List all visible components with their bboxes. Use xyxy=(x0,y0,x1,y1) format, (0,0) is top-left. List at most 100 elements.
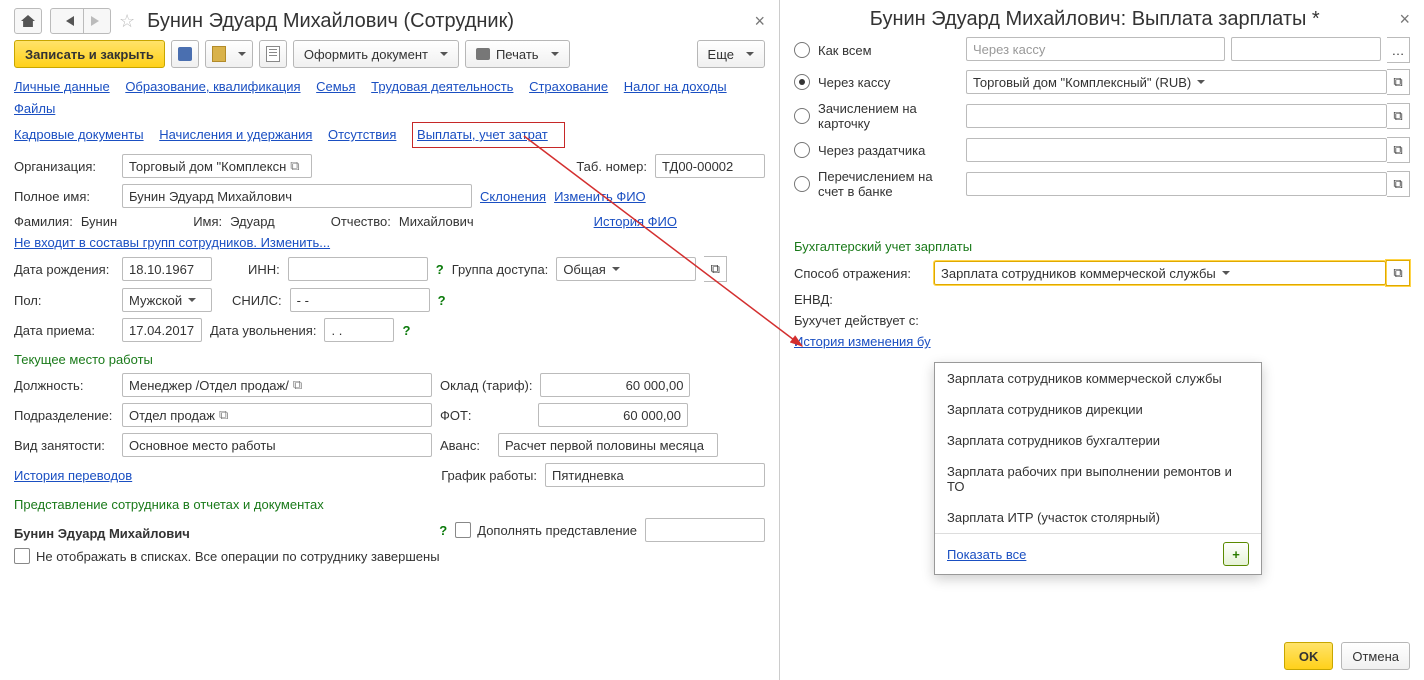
emp-input[interactable]: Основное место работы xyxy=(122,433,432,457)
open-button[interactable]: ⧉ xyxy=(1387,171,1410,197)
cancel-button[interactable]: Отмена xyxy=(1341,642,1410,670)
more-button[interactable]: Еще xyxy=(697,40,765,68)
close-button[interactable]: × xyxy=(754,11,765,32)
doc-icon-button[interactable] xyxy=(205,40,253,68)
distributor-input[interactable] xyxy=(966,138,1387,162)
link-family[interactable]: Семья xyxy=(316,79,355,94)
arrow-left-icon xyxy=(61,16,74,26)
link-hr-docs[interactable]: Кадровые документы xyxy=(14,127,144,142)
transfer-history-link[interactable]: История переводов xyxy=(14,468,132,483)
schedule-input[interactable]: Пятидневка xyxy=(545,463,765,487)
link-tax[interactable]: Налог на доходы xyxy=(624,79,727,94)
reflect-label: Способ отражения: xyxy=(794,266,924,281)
advance-input[interactable]: Расчет первой половины месяца xyxy=(498,433,718,457)
cash-input[interactable]: Торговый дом "Комплексный" (RUB) xyxy=(966,70,1387,94)
dob-label: Дата рождения: xyxy=(14,262,114,277)
radio-as-all[interactable] xyxy=(794,42,810,58)
advance-label: Аванс: xyxy=(440,438,490,453)
help-icon[interactable]: ? xyxy=(402,323,410,338)
patr-label: Отчество: xyxy=(331,214,391,229)
help-icon[interactable]: ? xyxy=(438,293,446,308)
acct-title: Бухгалтерский учет зарплаты xyxy=(794,239,1410,254)
home-button[interactable] xyxy=(14,8,42,34)
open-button[interactable]: ⧉ xyxy=(704,256,727,282)
expand-icon[interactable]: ⧉ xyxy=(290,158,299,174)
print-button[interactable]: Печать xyxy=(465,40,570,68)
supplement-checkbox[interactable]: Дополнять представление xyxy=(455,522,637,538)
open-button[interactable]: ⧉ xyxy=(1387,137,1410,163)
help-icon[interactable]: ? xyxy=(436,262,444,277)
report-name: Бунин Эдуард Михайлович xyxy=(14,526,190,541)
fire-input[interactable]: . . xyxy=(324,318,394,342)
dob-input[interactable]: 18.10.1967 xyxy=(122,257,212,281)
link-personal[interactable]: Личные данные xyxy=(14,79,110,94)
dropdown-item[interactable]: Зарплата сотрудников коммерческой службы xyxy=(935,363,1261,394)
close-button[interactable]: × xyxy=(1399,9,1410,30)
history-fio-link[interactable]: История ФИО xyxy=(594,214,677,229)
salary-input[interactable]: 60 000,00 xyxy=(540,373,690,397)
pos-input[interactable]: Менеджер /Отдел продаж/⧉ xyxy=(122,373,432,397)
back-button[interactable] xyxy=(50,8,84,34)
sex-label: Пол: xyxy=(14,293,114,308)
link-accruals[interactable]: Начисления и удержания xyxy=(159,127,312,142)
radio-distributor[interactable] xyxy=(794,142,810,158)
groups-link[interactable]: Не входит в составы групп сотрудников. И… xyxy=(14,235,330,250)
add-button[interactable]: + xyxy=(1223,542,1249,566)
ok-button[interactable]: OK xyxy=(1284,642,1334,670)
link-education[interactable]: Образование, квалификация xyxy=(125,79,300,94)
save-button[interactable] xyxy=(171,40,199,68)
open-button[interactable]: ⧉ xyxy=(1387,69,1410,95)
radio-bank-label: Перечислением на счет в банке xyxy=(818,169,958,199)
acct-history-link[interactable]: История изменения бу xyxy=(794,334,931,349)
link-labor[interactable]: Трудовая деятельность xyxy=(371,79,513,94)
card-input[interactable] xyxy=(966,104,1387,128)
link-payments[interactable]: Выплаты, учет затрат xyxy=(417,127,548,142)
change-fio-link[interactable]: Изменить ФИО xyxy=(554,189,646,204)
open-button[interactable]: ⧉ xyxy=(1386,260,1410,286)
sex-input[interactable]: Мужской xyxy=(122,288,212,312)
fot-input[interactable]: 60 000,00 xyxy=(538,403,688,427)
dept-input[interactable]: Отдел продаж⧉ xyxy=(122,403,432,427)
fullname-input[interactable]: Бунин Эдуард Михайлович xyxy=(122,184,472,208)
link-insurance[interactable]: Страхование xyxy=(529,79,608,94)
radio-bank[interactable] xyxy=(794,176,810,192)
as-all-input[interactable]: Через кассу xyxy=(966,37,1225,61)
list-button[interactable] xyxy=(259,40,287,68)
reflect-input[interactable]: Зарплата сотрудников коммерческой службы xyxy=(934,261,1386,285)
org-input[interactable]: Торговый дом "Комплексн⧉ xyxy=(122,154,312,178)
favorite-icon[interactable]: ☆ xyxy=(119,11,135,32)
hide-checkbox[interactable]: Не отображать в списках. Все операции по… xyxy=(14,548,440,564)
link-absences[interactable]: Отсутствия xyxy=(328,127,396,142)
dropdown-item[interactable]: Зарплата сотрудников дирекции xyxy=(935,394,1261,425)
help-icon[interactable]: ? xyxy=(439,523,447,538)
as-all-extra-input[interactable] xyxy=(1231,37,1381,61)
dropdown-item[interactable]: Зарплата ИТР (участок столярный) xyxy=(935,502,1261,533)
patr-value: Михайлович xyxy=(399,214,474,229)
expand-icon[interactable]: ⧉ xyxy=(293,377,302,393)
radio-card[interactable] xyxy=(794,108,810,124)
dropdown-item[interactable]: Зарплата сотрудников бухгалтерии xyxy=(935,425,1261,456)
bank-input[interactable] xyxy=(966,172,1387,196)
dropdown-item[interactable]: Зарплата рабочих при выполнении ремонтов… xyxy=(935,456,1261,502)
hire-input[interactable]: 17.04.2017 xyxy=(122,318,202,342)
snils-input[interactable]: - - xyxy=(290,288,430,312)
forward-button[interactable] xyxy=(84,8,111,34)
valid-label: Бухучет действует с: xyxy=(794,313,924,328)
save-close-button[interactable]: Записать и закрыть xyxy=(14,40,165,68)
envd-label: ЕНВД: xyxy=(794,292,924,307)
printer-icon xyxy=(476,48,490,60)
current-place-title: Текущее место работы xyxy=(14,352,765,367)
access-input[interactable]: Общая xyxy=(556,257,696,281)
create-doc-button[interactable]: Оформить документ xyxy=(293,40,459,68)
supplement-input[interactable] xyxy=(645,518,765,542)
surname-value: Бунин xyxy=(81,214,117,229)
inn-input[interactable] xyxy=(288,257,428,281)
radio-cash[interactable] xyxy=(794,74,810,90)
link-files[interactable]: Файлы xyxy=(14,101,55,116)
open-button[interactable]: ⧉ xyxy=(1387,103,1410,129)
tab-input[interactable]: ТД00-00002 xyxy=(655,154,765,178)
show-all-link[interactable]: Показать все xyxy=(947,547,1026,562)
declension-link[interactable]: Склонения xyxy=(480,189,546,204)
expand-icon[interactable]: ⧉ xyxy=(219,407,228,423)
more-button[interactable]: … xyxy=(1387,37,1410,63)
